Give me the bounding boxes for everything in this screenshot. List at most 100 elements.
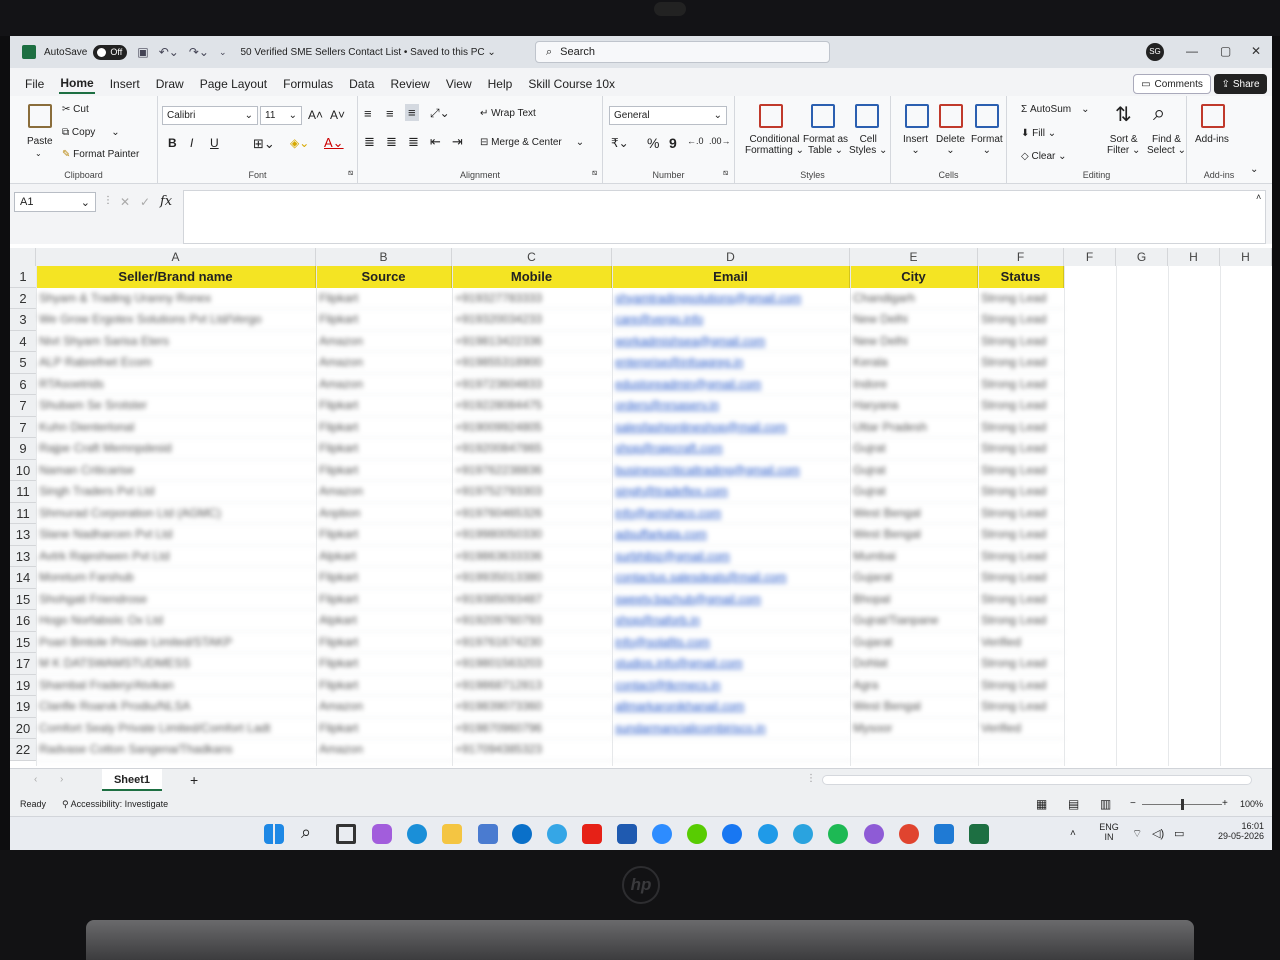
row-header[interactable]: 17 [10,653,36,675]
table-cell[interactable]: Flipkart [316,718,452,739]
table-cell[interactable]: Strong Lead [978,567,1064,589]
align-left-icon[interactable]: ≣ [364,134,375,150]
table-cell[interactable]: Gujrat [850,438,978,460]
messenger-icon[interactable] [758,824,778,844]
redo-icon[interactable]: ↷⌄ [189,45,209,59]
menu-skill-course-10x[interactable]: Skill Course 10x [527,75,616,93]
cut-button[interactable]: ✂ Cut [62,104,89,115]
row-header[interactable]: 2 [10,287,36,309]
align-bottom-icon[interactable]: ≡ [405,104,419,121]
table-cell[interactable]: studios.info@gmail.com [612,653,850,675]
language-indicator[interactable]: ENG IN [1096,822,1122,842]
prev-sheet-icon[interactable]: ‹ [34,774,37,785]
merge-center-button[interactable]: ⊟ Merge & Center ⌄ [480,137,584,148]
tab-splitter-icon[interactable]: ⋮ [806,773,816,784]
table-cell[interactable]: shop@rajecraft.com [612,438,850,460]
align-center-icon[interactable]: ≣ [386,134,397,150]
orientation-icon[interactable]: ⤢⌄ [430,106,450,121]
table-cell[interactable]: Uttar Pradesh [850,417,978,438]
table-cell[interactable]: +919855318900 [452,352,612,374]
sheet-tab-sheet1[interactable]: Sheet1 [102,769,162,791]
column-header[interactable]: F [978,248,1064,266]
table-cell[interactable]: +919863633336 [452,546,612,567]
table-cell[interactable]: Flipkart [316,589,452,610]
table-cell[interactable]: Amazon [316,739,452,761]
table-cell[interactable]: Strong Lead [978,696,1064,718]
more-options-icon[interactable]: ⋮ [103,195,113,206]
insert-cells-icon[interactable] [905,104,929,128]
zoom-app-icon[interactable] [652,824,672,844]
comma-button[interactable]: 9 [669,135,677,151]
row-header[interactable]: 15 [10,631,36,653]
table-cell[interactable]: +919327783333 [452,288,612,309]
table-cell[interactable]: Rajpe Craft Memnpdesid [36,438,316,460]
table-cell[interactable]: info@solafits.com [612,632,850,653]
table-cell[interactable]: Atpkart [316,610,452,632]
table-cell[interactable]: Flipkart [316,675,452,696]
table-cell[interactable]: Gujrat [850,460,978,481]
table-cell[interactable]: shyamtradingsolutions@gmail.com [612,288,850,309]
table-cell[interactable]: +919209760793 [452,610,612,632]
table-cell[interactable]: Moretum Farshub [36,567,316,589]
table-cell[interactable]: M K DATSWAMSTUDMESS [36,653,316,675]
table-cell[interactable]: orders@nrsaserv.in [612,395,850,417]
table-cell[interactable]: +919870960796 [452,718,612,739]
table-cell[interactable]: Mysoor [850,718,978,739]
table-cell[interactable]: singh@tradeflex.com [612,481,850,503]
name-box[interactable]: A1 ⌄ [14,192,96,212]
zoom-in-icon[interactable]: + [1222,798,1228,809]
horizontal-scrollbar[interactable] [822,775,1252,785]
row-header[interactable]: 9 [10,438,36,460]
table-cell[interactable]: ALP Rabrefnet Ecom [36,352,316,374]
table-cell[interactable]: Flipkart [316,632,452,653]
table-cell[interactable] [978,739,1064,761]
table-cell[interactable]: Avtrk Rajeshwen Pvt Ltd [36,546,316,567]
fill-color-icon[interactable]: ◈⌄ [290,136,309,150]
table-cell[interactable]: Strong Lead [978,395,1064,417]
table-cell[interactable]: Strong Lead [978,417,1064,438]
table-cell[interactable]: Strong Lead [978,460,1064,481]
table-cell[interactable]: Flipkart [316,460,452,481]
column-header[interactable]: C [452,248,612,266]
header-cell[interactable]: City [850,266,978,288]
row-header[interactable]: 14 [10,567,36,589]
row-header[interactable]: 4 [10,330,36,352]
battery-icon[interactable]: ▭ [1174,827,1184,840]
zoom-slider-thumb[interactable] [1181,799,1184,810]
delete-cells-icon[interactable] [939,104,963,128]
table-cell[interactable]: sundarmancialicombirisco.in [612,718,850,739]
chrome-profile-icon[interactable] [864,824,884,844]
table-cell[interactable]: Flipkart [316,395,452,417]
table-cell[interactable]: Mumbai [850,546,978,567]
paste-dropdown-icon[interactable]: ⌄ [35,149,42,158]
table-cell[interactable]: Dohlat [850,653,978,675]
table-cell[interactable]: Strong Lead [978,288,1064,309]
header-cell[interactable]: Source [316,266,452,288]
comments-button[interactable]: ▭ Comments [1133,74,1211,94]
table-cell[interactable]: Shambal Fradery/Atvikan [36,675,316,696]
table-cell[interactable]: +919839073360 [452,696,612,718]
format-as-table-button[interactable]: Format as Table ⌄ [803,134,848,156]
table-cell[interactable]: +919320034233 [452,309,612,331]
table-cell[interactable]: +919868712813 [452,675,612,696]
row-header[interactable]: 15 [10,588,36,610]
increase-decimal-icon[interactable]: ←.0 [687,136,704,146]
addins-button[interactable]: Add-ins [1195,134,1229,145]
table-cell[interactable]: Amazon [316,352,452,374]
show-hidden-icons-icon[interactable]: ˄ [1070,828,1076,839]
table-cell[interactable]: Verified [978,632,1064,653]
table-cell[interactable]: Flipkart [316,417,452,438]
table-cell[interactable]: Flipkart [316,653,452,675]
menu-view[interactable]: View [445,75,473,93]
worksheet-grid[interactable]: A B C D E F F G H H 1 2 3 4 5 6 7 7 9 10 11 11 13 13 14 15 16 15 17 1… [10,244,1272,768]
facebook-icon[interactable] [722,824,742,844]
clear-button[interactable]: ◇ Clear ⌄ [1021,151,1067,162]
table-cell[interactable]: Poari Bmtole Private Limited/STAKP [36,632,316,653]
hp-icon[interactable] [512,824,532,844]
volume-icon[interactable]: ◁) [1152,827,1164,840]
magnifier-icon[interactable]: ⌕ [1153,100,1165,126]
excel-taskbar-icon[interactable] [969,824,989,844]
table-cell[interactable]: Haryana [850,395,978,417]
align-right-icon[interactable]: ≣ [408,134,419,150]
sort-filter-icon[interactable]: ⇅ [1115,102,1132,127]
